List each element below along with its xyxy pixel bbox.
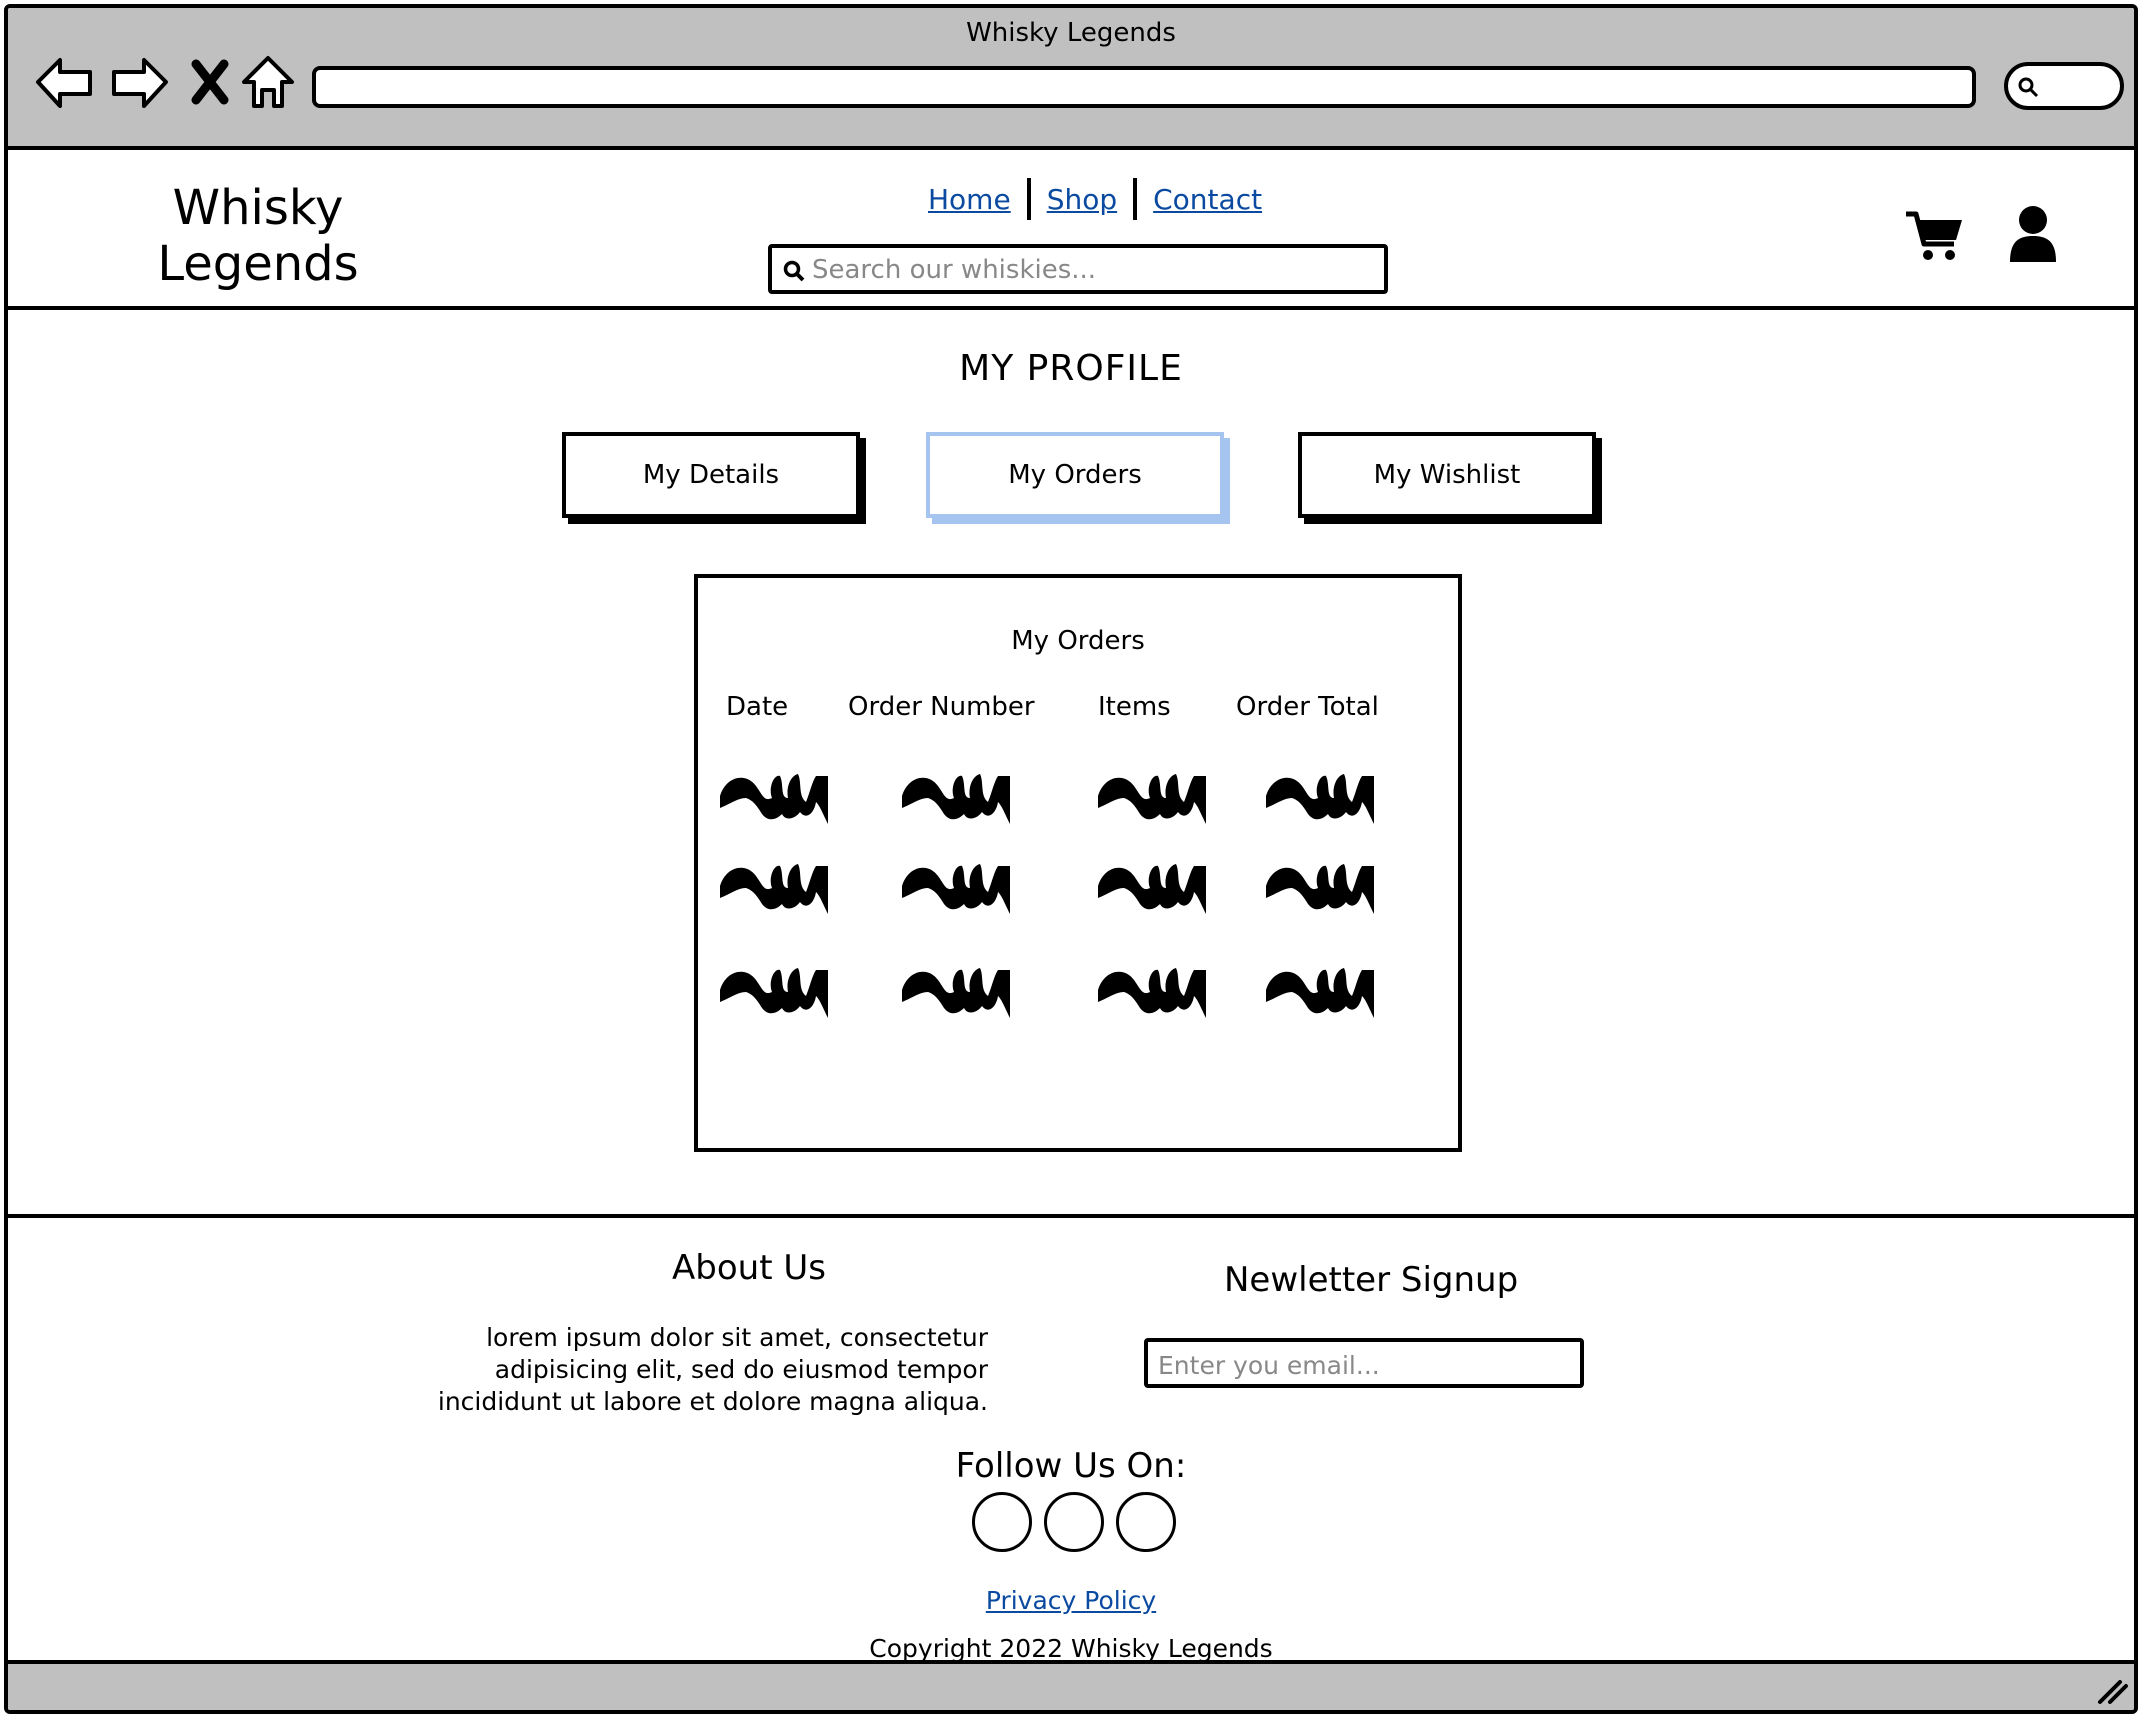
orders-title: My Orders (1011, 626, 1145, 656)
window-title: Whisky Legends (966, 18, 1176, 48)
tab-my-orders[interactable]: My Orders (926, 432, 1224, 518)
orders-panel: My Orders Date Order Number Items Order … (694, 574, 1462, 1152)
site-logo[interactable]: Whisky Legends (148, 180, 368, 292)
redacted-cell (902, 774, 1010, 824)
privacy-policy-link[interactable]: Privacy Policy (986, 1586, 1156, 1615)
redacted-cell (1098, 774, 1206, 824)
browser-toolbar: Whisky Legends (8, 8, 2134, 150)
site-header: Whisky Legends Home Shop Contact (8, 150, 2134, 310)
social-icon[interactable] (972, 1492, 1032, 1552)
about-us-title: About Us (672, 1248, 826, 1288)
nav-divider (1133, 178, 1138, 220)
cart-icon[interactable] (1904, 208, 1964, 264)
newsletter-title: Newletter Signup (1224, 1260, 1519, 1300)
column-header-date: Date (726, 692, 789, 722)
newsletter-email-box[interactable] (1144, 1338, 1584, 1388)
home-icon[interactable] (234, 48, 304, 118)
redacted-cell (720, 864, 828, 914)
status-bar (8, 1660, 2134, 1710)
newsletter-email-input[interactable] (1156, 1345, 1570, 1385)
column-header-order-number: Order Number (848, 692, 1035, 722)
nav-contact-link[interactable]: Contact (1153, 183, 1262, 216)
privacy-policy: Privacy Policy (8, 1586, 2134, 1615)
redacted-cell (902, 968, 1010, 1018)
page-title: MY PROFILE (959, 348, 1183, 389)
resize-handle-icon[interactable] (2094, 1674, 2130, 1706)
url-bar[interactable] (312, 66, 1976, 108)
site-search-input[interactable] (810, 250, 1374, 290)
site-search-box[interactable] (768, 244, 1388, 294)
nav-divider (1026, 178, 1031, 220)
forward-arrow-icon[interactable] (104, 48, 174, 118)
column-header-items: Items (1098, 692, 1171, 722)
search-icon (2018, 77, 2039, 98)
redacted-cell (1098, 968, 1206, 1018)
redacted-cell (1098, 864, 1206, 914)
search-icon (783, 260, 805, 282)
social-icon[interactable] (1116, 1492, 1176, 1552)
about-us-text: lorem ipsum dolor sit amet, consectetur … (437, 1323, 988, 1416)
back-arrow-icon[interactable] (30, 48, 100, 118)
tab-my-wishlist[interactable]: My Wishlist (1298, 432, 1596, 518)
redacted-cell (720, 774, 828, 824)
browser-window: Whisky Legends Whisky Legends Home Shop (4, 4, 2138, 1714)
follow-us-label: Follow Us On: (955, 1446, 1187, 1486)
copyright-text: Copyright 2022 Whisky Legends (869, 1634, 1273, 1663)
redacted-cell (902, 864, 1010, 914)
main-nav: Home Shop Contact (928, 178, 1262, 220)
redacted-cell (1266, 774, 1374, 824)
footer-divider (8, 1214, 2134, 1218)
browser-search-field[interactable] (2004, 62, 2124, 110)
redacted-cell (1266, 968, 1374, 1018)
redacted-cell (720, 968, 828, 1018)
redacted-cell (1266, 864, 1374, 914)
nav-home-link[interactable]: Home (928, 183, 1011, 216)
user-account-icon[interactable] (2008, 204, 2058, 264)
column-header-order-total: Order Total (1236, 692, 1379, 722)
tab-my-details[interactable]: My Details (562, 432, 860, 518)
social-icon[interactable] (1044, 1492, 1104, 1552)
nav-shop-link[interactable]: Shop (1047, 183, 1117, 216)
